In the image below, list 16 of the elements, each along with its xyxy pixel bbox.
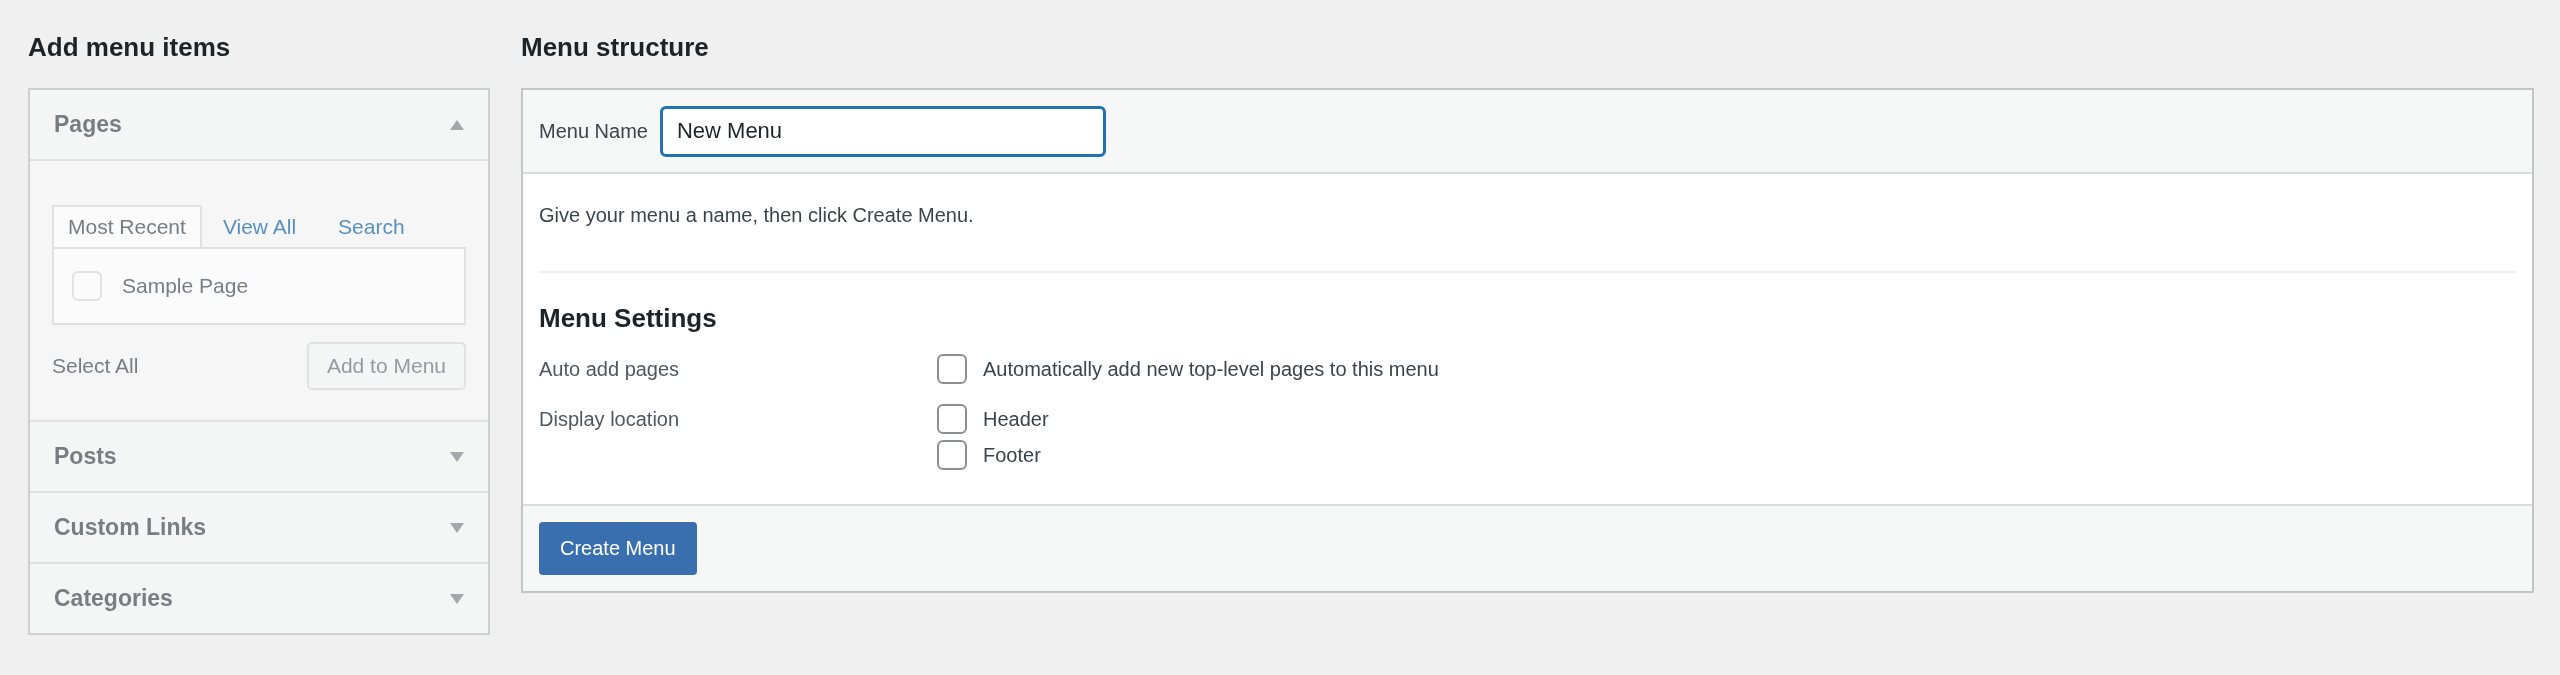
- setting-label: Display location: [539, 407, 681, 432]
- checkbox-label: Header: [983, 407, 1049, 431]
- settings-heading: Menu Settings: [539, 303, 718, 334]
- menu-name-label: Menu Name: [539, 119, 648, 143]
- section-heading: Menu structure: [521, 31, 710, 64]
- checkbox-label: Footer: [983, 443, 1041, 467]
- instructions-text: Give your menu a name, then click Create Menu.: [539, 204, 975, 227]
- checkbox[interactable]: [937, 354, 967, 384]
- setting-label: Auto add pages: [539, 357, 681, 382]
- item-label: Sample Page: [122, 274, 249, 298]
- section-heading: Add menu items: [28, 31, 232, 64]
- create-menu-button[interactable]: Create Menu: [539, 522, 697, 575]
- checkbox[interactable]: [937, 440, 967, 470]
- menu-name-field[interactable]: New Menu: [659, 105, 1106, 157]
- checkbox[interactable]: [937, 404, 967, 434]
- checkbox-label: Automatically add new top-level pages to this menu: [983, 357, 1439, 381]
